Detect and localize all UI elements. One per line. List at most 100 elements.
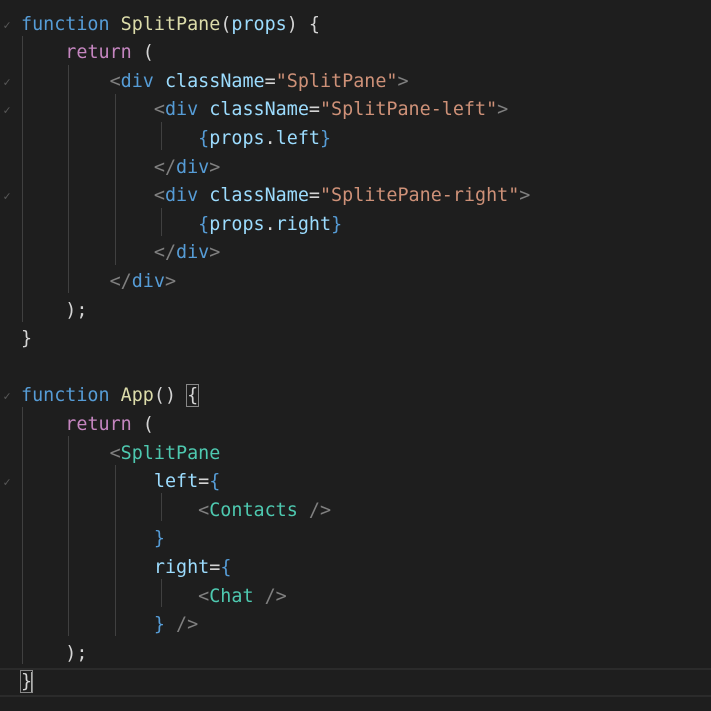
code-token: . — [264, 127, 276, 149]
fold-chevron-icon[interactable]: ✓ — [0, 68, 14, 97]
fold-chevron-icon[interactable]: ✓ — [0, 96, 14, 125]
code-editor[interactable]: ✓ function SplitPane(props) { return (✓ <… — [0, 0, 711, 711]
code-token: ( — [220, 13, 232, 35]
code-line[interactable]: ✓ <div className="SplitPane"> — [0, 68, 711, 97]
code-token: right — [275, 213, 332, 235]
code-line[interactable]: ); — [0, 640, 711, 669]
code-token: { — [220, 556, 232, 578]
code-token: > — [397, 70, 409, 92]
code-token: . — [264, 213, 276, 235]
code-token: { — [209, 471, 221, 493]
code-token: < — [198, 585, 210, 607]
code-token: </ — [109, 270, 132, 292]
code-token: ( — [131, 413, 154, 435]
code-token: Chat — [209, 585, 254, 607]
code-text: </div> — [21, 239, 220, 268]
code-line[interactable]: ); — [0, 297, 711, 326]
code-text: function SplitPane(props) { — [21, 11, 320, 40]
code-token: left — [275, 127, 320, 149]
code-text: return ( — [21, 39, 154, 68]
code-line[interactable]: </div> — [0, 154, 711, 183]
code-token: div — [164, 99, 199, 121]
code-token: div — [164, 185, 199, 207]
code-text: function App() { — [21, 382, 200, 411]
code-line[interactable]: {props.left} — [0, 125, 711, 154]
code-token: props — [209, 213, 265, 235]
code-line[interactable]: <Contacts /> — [0, 497, 711, 526]
code-line[interactable]: } — [0, 668, 711, 697]
code-token: div — [176, 156, 210, 178]
code-text: } /> — [21, 611, 198, 640]
code-token: SplitPane — [120, 442, 221, 464]
code-line[interactable]: </div> — [0, 268, 711, 297]
code-line[interactable]: return ( — [0, 39, 711, 68]
code-token: } — [319, 127, 332, 149]
code-token: </ — [153, 156, 177, 178]
code-token: props — [209, 127, 265, 149]
code-token: = — [308, 185, 320, 207]
code-line[interactable]: ✓ left={ — [0, 468, 711, 497]
code-token: = — [264, 70, 276, 92]
code-token: Contacts — [209, 499, 298, 521]
code-token: > — [497, 99, 509, 121]
code-token: = — [209, 556, 221, 578]
code-line[interactable]: } — [0, 325, 711, 354]
code-token: "SplitPane-left" — [319, 99, 498, 121]
code-text: <div className="SplitPane"> — [21, 68, 409, 97]
code-text: <Contacts /> — [21, 497, 331, 526]
code-line[interactable]: right={ — [0, 554, 711, 583]
code-token: /> — [297, 499, 332, 521]
code-text: <Chat /> — [21, 583, 287, 612]
code-line[interactable]: ✓ <div className="SplitePane-right"> — [0, 182, 711, 211]
code-line[interactable]: ✓ function App() { — [0, 382, 711, 411]
code-text: return ( — [21, 411, 154, 440]
fold-chevron-icon[interactable]: ✓ — [0, 11, 14, 40]
code-token: } — [21, 328, 33, 350]
code-line[interactable]: ✓ function SplitPane(props) { — [0, 11, 711, 40]
code-line[interactable]: <SplitPane — [0, 440, 711, 469]
code-text: ); — [21, 640, 87, 669]
fold-chevron-icon[interactable]: ✓ — [0, 382, 14, 411]
code-token: props — [231, 13, 287, 35]
code-token: { — [198, 127, 210, 149]
code-token: < — [109, 70, 121, 92]
code-token: < — [153, 185, 165, 207]
code-token: ( — [131, 42, 154, 64]
fold-chevron-icon[interactable]: ✓ — [0, 468, 14, 497]
code-text: ); — [21, 297, 87, 326]
code-text: right={ — [21, 554, 232, 583]
code-token: ); — [65, 299, 88, 321]
code-line[interactable] — [0, 354, 711, 383]
code-text: <div className="SplitePane-right"> — [21, 182, 531, 211]
code-token: right — [153, 556, 210, 578]
code-line[interactable]: } — [0, 525, 711, 554]
code-line[interactable]: <Chat /> — [0, 583, 711, 612]
code-token: } — [153, 528, 165, 550]
fold-chevron-icon[interactable]: ✓ — [0, 182, 14, 211]
code-token: = — [198, 471, 210, 493]
code-token: "SplitePane-right" — [319, 185, 520, 207]
code-line[interactable]: return ( — [0, 411, 711, 440]
code-line[interactable]: ✓ <div className="SplitPane-left"> — [0, 96, 711, 125]
code-token: < — [153, 99, 165, 121]
code-line[interactable]: {props.right} — [0, 211, 711, 240]
code-text: {props.left} — [21, 125, 331, 154]
code-text: <SplitPane — [21, 440, 221, 469]
code-token: "SplitPane" — [275, 70, 398, 92]
code-token: className — [164, 70, 265, 92]
code-token: return — [65, 42, 132, 64]
code-token: = — [308, 99, 320, 121]
code-line[interactable]: } /> — [0, 611, 711, 640]
code-line[interactable]: </div> — [0, 239, 711, 268]
